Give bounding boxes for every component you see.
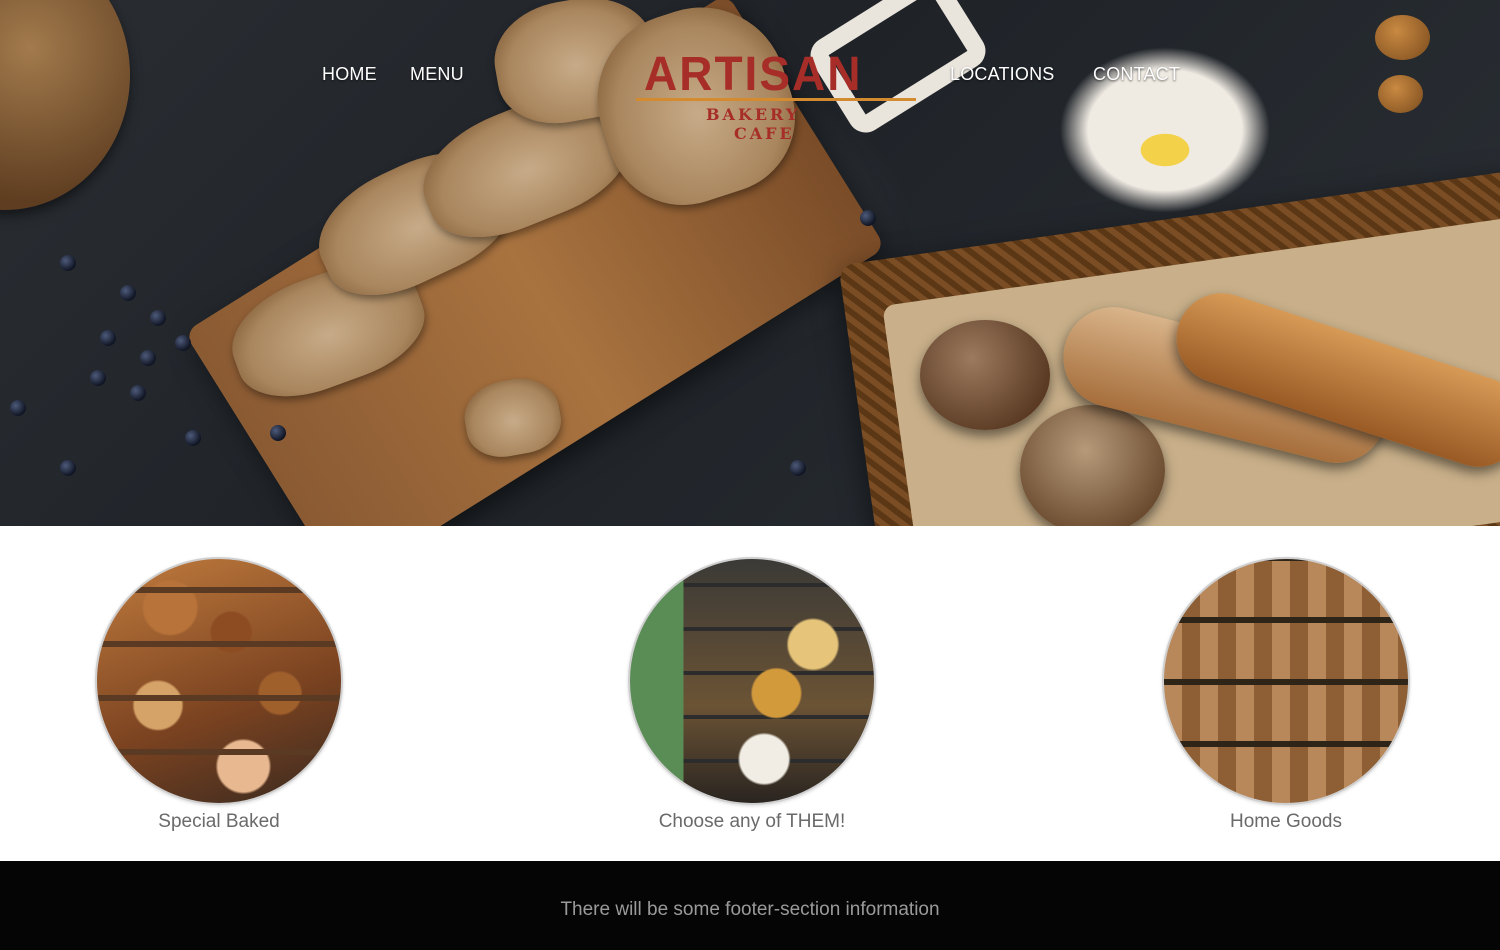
measuring-spoon bbox=[1378, 75, 1423, 113]
footer-text: There will be some footer-section inform… bbox=[560, 899, 940, 920]
logo-wheat-line bbox=[636, 98, 916, 101]
feature-label: Choose any of THEM! bbox=[658, 811, 846, 832]
feature-card[interactable]: Choose any of THEM! bbox=[627, 557, 877, 833]
blueberry bbox=[175, 335, 191, 351]
feature-image-display-case[interactable] bbox=[628, 557, 876, 805]
feature-label: Special Baked bbox=[158, 811, 280, 832]
bun bbox=[1020, 405, 1165, 526]
bun bbox=[920, 320, 1050, 430]
blueberry bbox=[185, 430, 201, 446]
logo-subtitle: CAFE bbox=[734, 124, 795, 143]
logo-title: ARTISAN bbox=[644, 45, 863, 101]
blueberry bbox=[60, 460, 76, 476]
nav-menu-link[interactable]: MENU bbox=[410, 64, 464, 85]
blueberry bbox=[150, 310, 166, 326]
blueberry bbox=[90, 370, 106, 386]
measuring-spoon bbox=[1375, 15, 1430, 60]
footer: There will be some footer-section inform… bbox=[0, 861, 1500, 950]
feature-card[interactable]: Home Goods bbox=[1161, 557, 1411, 833]
feature-image-bread-shelves[interactable] bbox=[1162, 557, 1410, 805]
blueberry bbox=[60, 255, 76, 271]
nav-contact-link[interactable]: CONTACT bbox=[1093, 64, 1180, 85]
blueberry bbox=[10, 400, 26, 416]
nav-home-link[interactable]: HOME bbox=[322, 64, 377, 85]
blueberry bbox=[790, 460, 806, 476]
blueberry bbox=[100, 330, 116, 346]
hero-banner-image: HOME MENU LOCATIONS CONTACT ARTISAN BAKE… bbox=[0, 0, 1500, 526]
round-loaf bbox=[0, 0, 130, 210]
brand-logo[interactable]: ARTISAN BAKERY CAFE bbox=[628, 46, 928, 146]
blueberry bbox=[120, 285, 136, 301]
logo-subtitle: BAKERY bbox=[706, 105, 801, 124]
blueberry bbox=[270, 425, 286, 441]
feature-card[interactable]: Special Baked bbox=[94, 557, 344, 833]
feature-image-pastries[interactable] bbox=[95, 557, 343, 805]
nav-locations-link[interactable]: LOCATIONS bbox=[950, 64, 1054, 85]
feature-label: Home Goods bbox=[1230, 811, 1342, 832]
blueberry bbox=[140, 350, 156, 366]
blueberry bbox=[860, 210, 876, 226]
blueberry bbox=[130, 385, 146, 401]
